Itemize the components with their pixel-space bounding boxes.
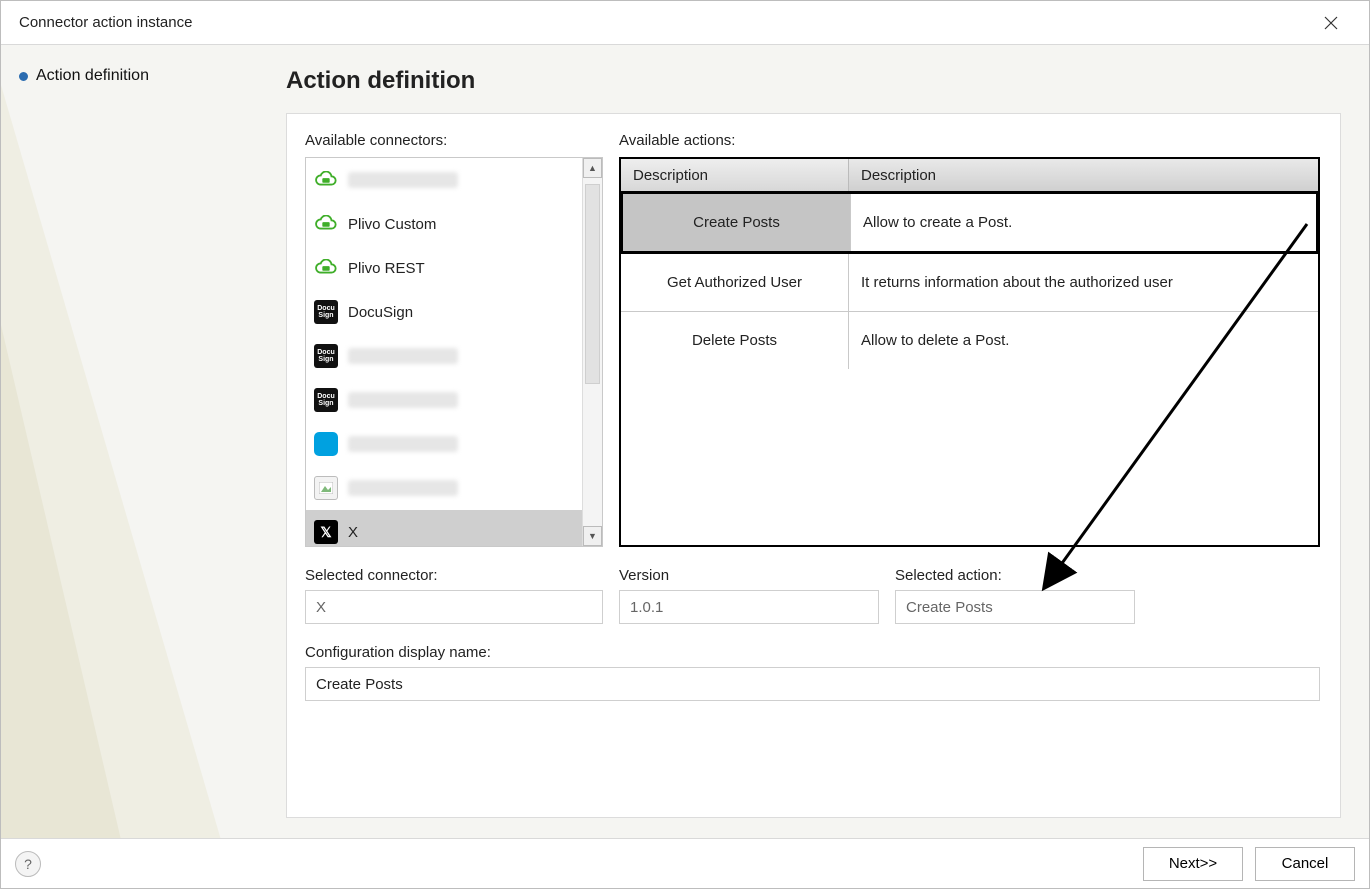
connector-item[interactable]: 𝕏X (306, 510, 582, 546)
scrollbar[interactable]: ▲ ▼ (582, 158, 602, 546)
connector-item[interactable]: Plivo REST (306, 246, 582, 290)
connector-label: Plivo REST (348, 260, 425, 277)
help-icon: ? (24, 856, 32, 872)
action-name-cell: Delete Posts (621, 312, 849, 369)
actions-table-body: Create PostsAllow to create a Post.Get A… (621, 191, 1318, 369)
scroll-down-button[interactable]: ▼ (583, 526, 602, 546)
selected-action-field (895, 590, 1135, 624)
close-icon (1324, 16, 1338, 30)
bullet-icon (19, 72, 28, 81)
content-panel: Available connectors: Plivo Custom Plivo … (286, 113, 1341, 818)
connector-icon (314, 256, 338, 280)
action-row[interactable]: Get Authorized UserIt returns informatio… (621, 253, 1318, 311)
dialog-footer: ? Next>> Cancel (1, 838, 1369, 888)
scroll-track[interactable] (583, 178, 602, 526)
connector-label (348, 480, 458, 496)
connectors-list[interactable]: Plivo CustomPlivo RESTDocuSignDocuSignDo… (306, 158, 582, 546)
dialog-window: Connector action instance Action definit… (0, 0, 1370, 889)
config-display-name-label: Configuration display name: (305, 644, 1320, 661)
titlebar: Connector action instance (1, 1, 1369, 45)
connectors-listbox: Plivo CustomPlivo RESTDocuSignDocuSignDo… (305, 157, 603, 547)
connector-label (348, 172, 458, 188)
selected-connector-label: Selected connector: (305, 567, 603, 584)
selected-action-label: Selected action: (895, 567, 1135, 584)
connector-label: X (348, 524, 358, 541)
action-row[interactable]: Delete PostsAllow to delete a Post. (621, 311, 1318, 369)
action-desc-cell: It returns information about the authori… (849, 254, 1318, 311)
connector-item[interactable] (306, 466, 582, 510)
connector-icon: DocuSign (314, 300, 338, 324)
connector-icon (314, 212, 338, 236)
connector-icon (314, 432, 338, 456)
window-title: Connector action instance (19, 14, 192, 31)
connector-icon (314, 168, 338, 192)
action-desc-cell: Allow to delete a Post. (849, 312, 1318, 369)
action-row[interactable]: Create PostsAllow to create a Post. (620, 191, 1319, 254)
connector-label (348, 392, 458, 408)
connector-icon: 𝕏 (314, 520, 338, 544)
close-button[interactable] (1311, 3, 1351, 43)
connector-item[interactable]: DocuSign (306, 378, 582, 422)
version-label: Version (619, 567, 879, 584)
action-name-cell: Get Authorized User (621, 254, 849, 311)
selected-connector-field (305, 590, 603, 624)
nav-item-action-definition[interactable]: Action definition (19, 67, 268, 85)
connector-label: DocuSign (348, 304, 413, 321)
connector-item[interactable]: Plivo Custom (306, 202, 582, 246)
scroll-thumb[interactable] (585, 184, 600, 384)
cancel-button[interactable]: Cancel (1255, 847, 1355, 881)
col-header-description-2[interactable]: Description (849, 159, 1318, 192)
actions-table: Description Description Create PostsAllo… (619, 157, 1320, 547)
connector-icon: DocuSign (314, 388, 338, 412)
col-header-description-1[interactable]: Description (621, 159, 849, 192)
nav-item-label: Action definition (36, 67, 149, 85)
actions-table-header: Description Description (621, 159, 1318, 192)
scroll-up-button[interactable]: ▲ (583, 158, 602, 178)
connector-label (348, 348, 458, 364)
version-field (619, 590, 879, 624)
dialog-body: Action definition Action definition Avai… (1, 45, 1369, 838)
main-content: Action definition Available connectors: … (286, 45, 1369, 838)
next-button[interactable]: Next>> (1143, 847, 1243, 881)
wizard-nav: Action definition (1, 45, 286, 838)
connector-label (348, 436, 458, 452)
connector-icon (314, 476, 338, 500)
connector-item[interactable] (306, 158, 582, 202)
action-desc-cell: Allow to create a Post. (851, 194, 1316, 251)
connector-item[interactable]: DocuSign DocuSign (306, 290, 582, 334)
connector-item[interactable] (306, 422, 582, 466)
help-button[interactable]: ? (15, 851, 41, 877)
connector-item[interactable]: DocuSign (306, 334, 582, 378)
config-display-name-field[interactable] (305, 667, 1320, 701)
connector-icon: DocuSign (314, 344, 338, 368)
available-connectors-label: Available connectors: (305, 132, 603, 149)
action-name-cell: Create Posts (623, 194, 851, 251)
connector-label: Plivo Custom (348, 216, 436, 233)
available-actions-label: Available actions: (619, 132, 1320, 149)
page-title: Action definition (286, 67, 1341, 95)
